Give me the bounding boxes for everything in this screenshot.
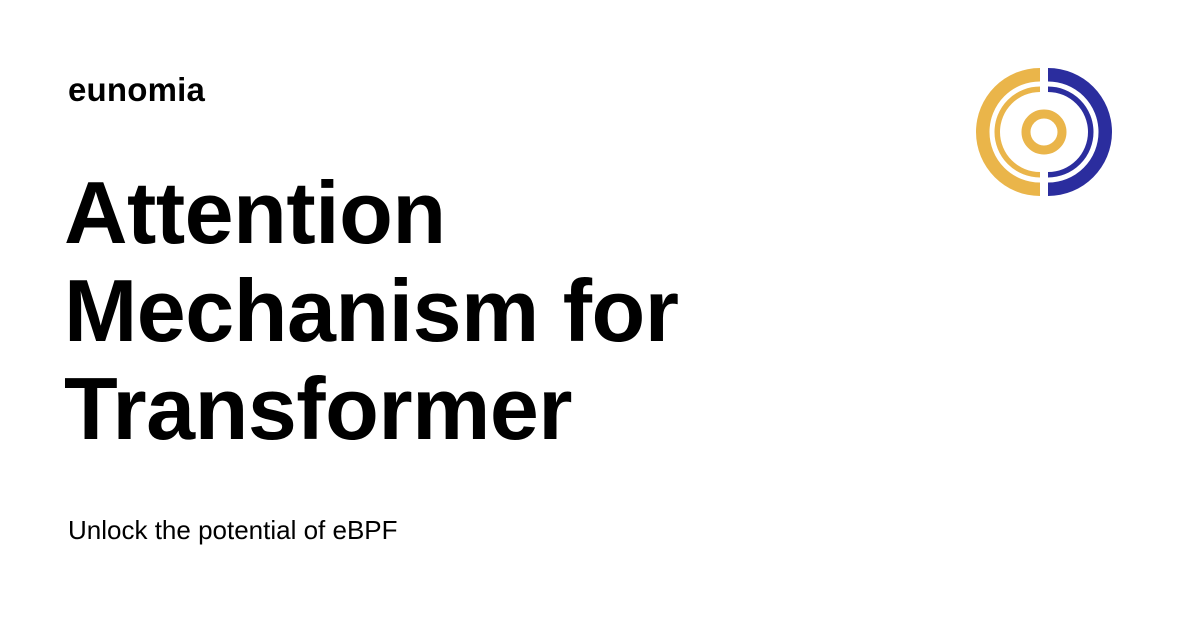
- site-name: eunomia: [68, 71, 206, 108]
- logo-gap-right: [1068, 128, 1086, 136]
- logo-center-ring: [1021, 109, 1067, 155]
- eunomia-logo-icon: [976, 68, 1112, 196]
- page-title: Attention Mechanism for Transformer: [64, 163, 679, 458]
- social-preview-card: eunomia Attention Mechanism for Transfor…: [0, 0, 1200, 630]
- logo-gap-left: [1002, 128, 1020, 136]
- page-subtitle: Unlock the potential of eBPF: [68, 515, 398, 545]
